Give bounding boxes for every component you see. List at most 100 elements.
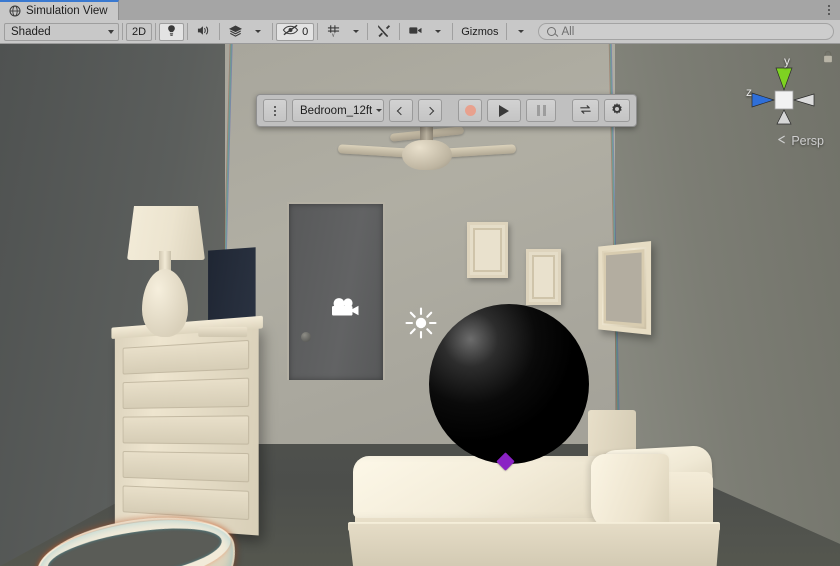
toolbar-separator [219,23,221,40]
globe-icon [9,5,21,17]
dresser[interactable] [111,315,263,536]
settings-button[interactable] [604,99,630,122]
gizmos-button[interactable]: Gizmos [456,23,503,41]
next-scene-button[interactable] [418,99,442,122]
scene-search-field[interactable]: All [538,23,834,40]
scene-audio-button[interactable] [191,23,216,41]
svg-text:y: y [332,32,335,37]
effects-group [223,23,269,41]
playback-toolbar: Bedroom_12ft [256,94,637,127]
draw-mode-dropdown[interactable]: Shaded [4,22,119,41]
two-d-label: 2D [132,25,147,38]
door[interactable] [287,202,385,380]
simulation-view-window: Simulation View Shaded 2D 0 y Gizmos All… [0,0,840,566]
camera-group [403,23,449,41]
dresser-drawer [122,451,250,483]
toolbar-separator [122,23,123,40]
hidden-objects-button[interactable]: 0 [276,22,315,41]
toolbar-separator [187,23,189,40]
effects-layers-icon [228,24,243,40]
mirror-glass [603,249,645,327]
picture-frame-1[interactable] [467,222,508,278]
grid-group: y [321,23,367,41]
wrench-screwdriver-icon [376,23,391,41]
toolbar-separator [452,23,454,40]
gizmos-dropdown[interactable] [510,23,532,41]
dresser-drawer [122,377,250,409]
chevron-down-icon [376,109,383,112]
toolbar-separator [155,23,157,40]
chevron-down-icon [435,30,442,33]
toolbar-separator [367,23,369,40]
scene-camera-dropdown[interactable] [427,23,449,41]
scene-camera-button[interactable] [403,23,428,41]
playbar-menu-button[interactable] [263,99,287,122]
play-icon [499,104,509,117]
picture-frame-2[interactable] [526,249,561,305]
record-button[interactable] [458,99,482,122]
scene-selector-label: Bedroom_12ft [300,104,373,117]
frame-mat [473,228,502,272]
scene-viewport[interactable]: Bedroom_12ft y z Persp [0,44,840,566]
tab-overflow-menu-icon[interactable] [818,0,840,20]
scene-toolbar: Shaded 2D 0 y Gizmos All [0,20,840,44]
dresser-drawer [122,485,250,521]
record-icon [464,105,476,116]
more-vertical-icon [274,105,276,116]
chevron-left-icon [776,134,787,148]
sun-light-icon[interactable] [404,306,438,340]
tab-label: Simulation View [26,5,108,17]
gizmos-label: Gizmos [461,25,499,38]
duvet [353,456,605,518]
grid-axis-icon: y [326,24,341,40]
pause-button[interactable] [526,99,556,122]
wall-mirror[interactable] [598,241,652,335]
chevron-down-icon [108,29,114,34]
tab-simulation-view[interactable]: Simulation View [0,0,119,20]
lock-icon[interactable] [822,50,834,63]
bed-frame [348,524,720,566]
play-button[interactable] [487,99,521,122]
dresser-drawer [122,339,250,375]
projection-mode-toggle[interactable]: Persp [776,134,824,148]
dresser-drawer [122,415,250,445]
draw-mode-label: Shaded [11,25,51,38]
toolbar-separator [399,23,401,40]
search-icon [547,27,557,36]
loop-button[interactable] [572,99,599,122]
hidden-objects-count: 0 [302,25,309,38]
projection-label: Persp [791,134,824,148]
scene-effects-button[interactable] [223,23,248,41]
lightbulb-icon [165,24,178,40]
toolbar-separator [317,23,319,40]
chevron-down-icon [255,30,262,33]
fan-motor-housing [402,140,452,170]
black-sphere[interactable] [429,304,589,464]
scene-lighting-button[interactable] [159,22,185,41]
scene-tools-button[interactable] [371,23,396,41]
pause-icon [536,105,546,116]
toolbar-separator [272,23,274,40]
speaker-icon [196,24,211,40]
scene-selector-dropdown[interactable]: Bedroom_12ft [292,99,384,122]
ceiling-fan[interactable] [337,122,517,174]
grid-dropdown[interactable] [345,23,367,41]
frame-mat [532,255,555,299]
chevron-down-icon [353,30,360,33]
camera-icon [408,25,423,39]
chevron-down-icon [518,30,525,33]
gear-icon [610,102,624,119]
axis-z-label: z [746,85,752,99]
chevron-right-icon [425,106,435,115]
movie-camera-icon[interactable] [328,296,364,320]
chevron-left-icon [396,106,406,115]
door-knob [301,332,311,342]
scene-effects-dropdown[interactable] [247,23,269,41]
duvet-fold [591,454,669,532]
grid-visibility-button[interactable]: y [321,23,346,41]
previous-scene-button[interactable] [389,99,413,122]
tab-strip: Simulation View [0,0,840,20]
loop-icon [578,103,593,119]
dresser-tray [198,326,248,338]
toggle-2d-button[interactable]: 2D [126,22,153,41]
